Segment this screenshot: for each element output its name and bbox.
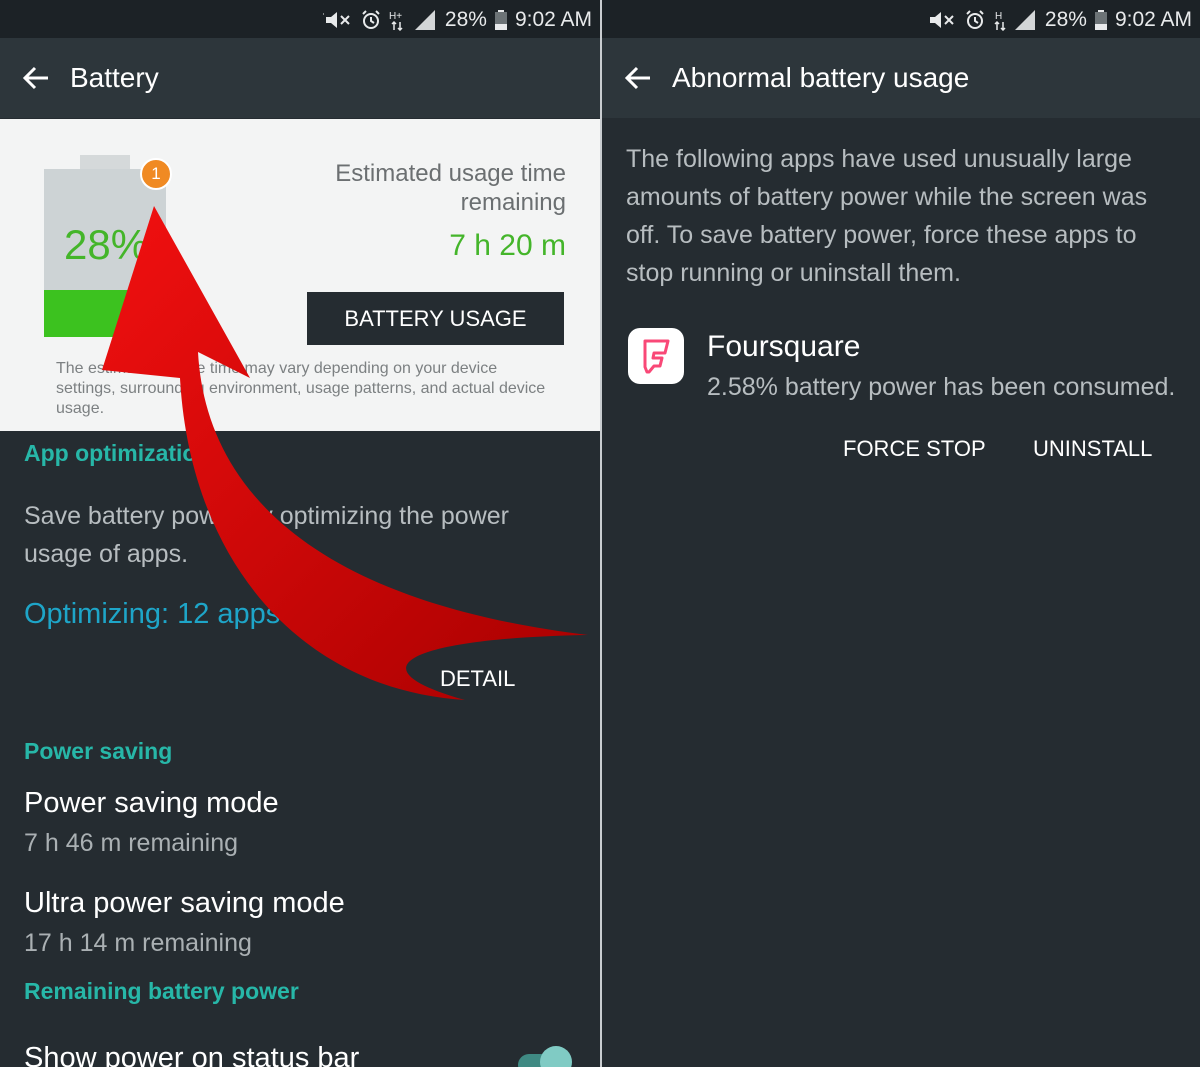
alarm-icon <box>361 10 381 30</box>
battery-icon <box>494 10 507 30</box>
hplus-network-icon: H+ <box>389 9 407 31</box>
abnormal-usage-description: The following apps have used unusually l… <box>626 145 1148 287</box>
estimate-disclaimer: The estimated usage time may vary depend… <box>56 360 546 417</box>
svg-text:H: H <box>995 11 1002 22</box>
section-header-power-saving: Power saving <box>24 738 173 764</box>
svg-text:H+: H+ <box>389 11 402 22</box>
arrow-left-icon[interactable] <box>624 64 652 92</box>
app-bar: Abnormal battery usage <box>602 38 1200 118</box>
battery-usage-button[interactable]: BATTERY USAGE <box>307 292 564 345</box>
alarm-icon <box>965 10 985 30</box>
battery-level-fill <box>44 289 166 337</box>
app-battery-consumed: 2.58% battery power has been consumed. <box>707 373 1176 401</box>
toggle-knob <box>540 1046 572 1067</box>
ultra-power-saving-mode-subtitle: 17 h 14 m remaining <box>24 929 252 957</box>
power-saving-mode-title[interactable]: Power saving mode <box>24 787 279 820</box>
battery-percent-text: 28% <box>444 8 487 31</box>
detail-button[interactable]: DETAIL <box>440 666 515 692</box>
section-header-app-optimization: App optimization <box>24 440 211 466</box>
page-title: Abnormal battery usage <box>672 62 970 93</box>
section-header-remaining-power: Remaining battery power <box>24 978 299 1004</box>
power-saving-mode-subtitle: 7 h 46 m remaining <box>24 829 239 857</box>
signal-icon <box>1014 10 1037 30</box>
estimated-usage-label: Estimated usage time remaining <box>335 160 566 216</box>
abnormal-battery-usage-screen: H 28% 9:02 AM Abnormal battery usage The… <box>602 0 1200 1067</box>
show-power-toggle[interactable] <box>516 1044 574 1067</box>
notification-badge[interactable]: 1 <box>140 158 172 190</box>
app-name: Foursquare <box>707 330 861 363</box>
status-bar: H 28% 9:02 AM <box>602 0 1200 38</box>
force-stop-button[interactable]: FORCE STOP <box>843 436 986 462</box>
signal-icon <box>414 10 437 30</box>
app-bar: Battery <box>0 38 600 118</box>
arrow-left-icon[interactable] <box>22 64 50 92</box>
optimizing-status-link[interactable]: Optimizing: 12 apps <box>24 598 280 631</box>
battery-percent-label: 28% <box>64 221 149 268</box>
mute-icon <box>927 10 957 30</box>
battery-percent-text: 28% <box>1044 8 1087 31</box>
clock: 9:02 AM <box>514 8 592 31</box>
app-optimization-description: Save battery power by optimizing the pow… <box>24 502 509 568</box>
battery-icon <box>1094 10 1107 30</box>
battery-screen: H+ 28% 9:02 AM Battery 28% Estimated usa… <box>0 0 600 1067</box>
estimated-usage-value: 7 h 20 m <box>449 229 566 262</box>
clock: 9:02 AM <box>1114 8 1192 31</box>
page-title: Battery <box>70 62 159 93</box>
mute-icon <box>322 10 353 30</box>
ultra-power-saving-mode-title[interactable]: Ultra power saving mode <box>24 887 345 920</box>
status-bar: H+ 28% 9:02 AM <box>0 0 600 38</box>
battery-status-card: 28% Estimated usage time remaining 7 h 2… <box>0 119 600 431</box>
uninstall-button[interactable]: UNINSTALL <box>1033 436 1152 462</box>
show-power-on-status-bar-label: Show power on status bar <box>24 1042 360 1067</box>
foursquare-icon <box>628 328 684 384</box>
h-network-icon: H <box>993 9 1007 31</box>
